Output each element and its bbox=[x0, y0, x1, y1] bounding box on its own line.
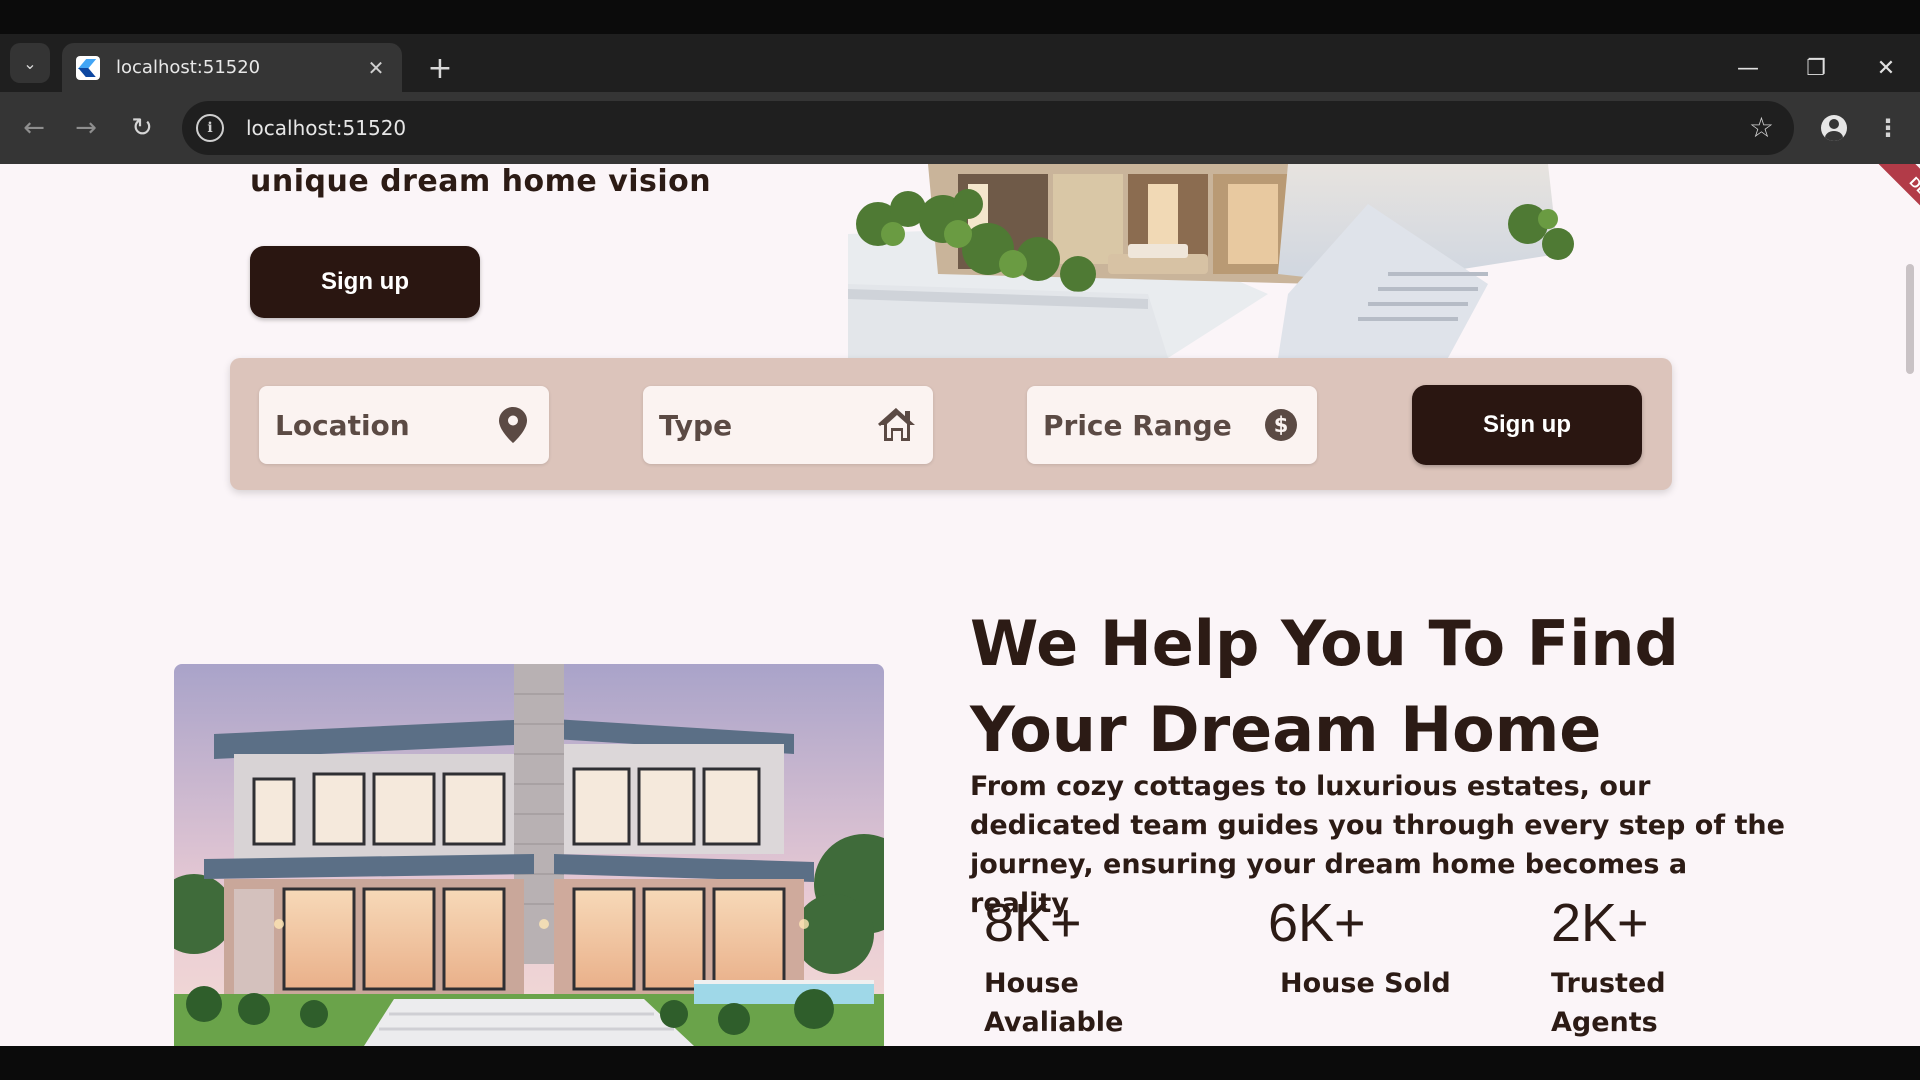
about-headline: We Help You To Find Your Dream Home bbox=[970, 601, 1790, 773]
restore-button[interactable]: ❐ bbox=[1796, 48, 1836, 88]
address-bar[interactable]: i localhost:51520 ☆ bbox=[182, 101, 1794, 155]
os-bottom-bar bbox=[0, 1046, 1920, 1080]
headline-line-2: Your Dream Home bbox=[970, 693, 1602, 766]
flutter-favicon-icon bbox=[76, 55, 100, 80]
location-field[interactable]: Location bbox=[259, 386, 549, 464]
stat-houses-sold-label: House Sold bbox=[1280, 968, 1451, 999]
stat-houses-available-value: 8K+ bbox=[984, 893, 1082, 953]
dollar-circle-icon: $ bbox=[1261, 405, 1301, 445]
site-info-icon[interactable]: i bbox=[196, 114, 224, 142]
tab-search-button[interactable]: ⌄ bbox=[10, 43, 50, 83]
about-paragraph: From cozy cottages to luxurious estates,… bbox=[970, 771, 1785, 919]
home-icon bbox=[877, 405, 917, 445]
close-icon: ✕ bbox=[1876, 55, 1896, 81]
restore-icon: ❐ bbox=[1806, 55, 1826, 81]
profile-button[interactable] bbox=[1814, 108, 1854, 148]
url-text: localhost:51520 bbox=[246, 116, 407, 140]
headline-line-1: We Help You To Find bbox=[970, 607, 1679, 680]
arrow-right-icon: → bbox=[75, 113, 97, 143]
hero-house-image bbox=[848, 164, 1608, 358]
os-top-bar bbox=[0, 0, 1920, 34]
hero-signup-button[interactable]: Sign up bbox=[250, 246, 480, 318]
type-label: Type bbox=[659, 408, 733, 442]
page-viewport: unique dream home vision Sign up DEBUG L… bbox=[0, 164, 1920, 1046]
tab-strip: ⌄ localhost:51520 ✕ + — ❐ ✕ bbox=[0, 34, 1920, 92]
minimize-button[interactable]: — bbox=[1728, 48, 1768, 88]
location-label: Location bbox=[275, 408, 410, 442]
arrow-left-icon: ← bbox=[23, 113, 45, 143]
browser-toolbar: ← → ↻ i localhost:51520 ☆ ⋮ bbox=[0, 92, 1920, 164]
reload-button[interactable]: ↻ bbox=[122, 108, 162, 148]
close-window-button[interactable]: ✕ bbox=[1866, 48, 1906, 88]
bookmark-star-icon[interactable]: ☆ bbox=[1749, 111, 1774, 144]
forward-button[interactable]: → bbox=[66, 108, 106, 148]
price-range-field[interactable]: Price Range $ bbox=[1027, 386, 1317, 464]
price-range-label: Price Range bbox=[1043, 408, 1232, 442]
type-field[interactable]: Type bbox=[643, 386, 933, 464]
minimize-icon: — bbox=[1737, 55, 1759, 81]
plus-icon: + bbox=[427, 50, 453, 86]
hero-tagline: unique dream home vision bbox=[250, 164, 712, 199]
browser-tab[interactable]: localhost:51520 ✕ bbox=[62, 43, 402, 92]
more-vert-icon: ⋮ bbox=[1876, 114, 1900, 142]
location-pin-icon bbox=[493, 405, 533, 445]
profile-avatar-icon bbox=[1821, 115, 1847, 141]
stat-houses-available-label: House Avaliable bbox=[984, 968, 1124, 1038]
reload-icon: ↻ bbox=[131, 113, 153, 143]
stat-houses-sold-value: 6K+ bbox=[1268, 893, 1366, 953]
tab-title: localhost:51520 bbox=[116, 57, 261, 78]
scrollbar-thumb[interactable] bbox=[1906, 264, 1914, 374]
chevron-down-icon: ⌄ bbox=[23, 53, 37, 73]
stat-trusted-agents-label: Trusted Agents bbox=[1551, 968, 1666, 1038]
svg-text:$: $ bbox=[1274, 413, 1289, 437]
new-tab-button[interactable]: + bbox=[420, 48, 460, 88]
browser-menu-button[interactable]: ⋮ bbox=[1868, 108, 1908, 148]
back-button[interactable]: ← bbox=[14, 108, 54, 148]
search-panel: Location Type Price Range $ Sign up bbox=[230, 358, 1672, 490]
close-tab-icon[interactable]: ✕ bbox=[364, 56, 388, 80]
modern-house-photo bbox=[174, 664, 884, 1046]
search-signup-button[interactable]: Sign up bbox=[1412, 385, 1642, 465]
stat-trusted-agents-value: 2K+ bbox=[1551, 893, 1649, 953]
